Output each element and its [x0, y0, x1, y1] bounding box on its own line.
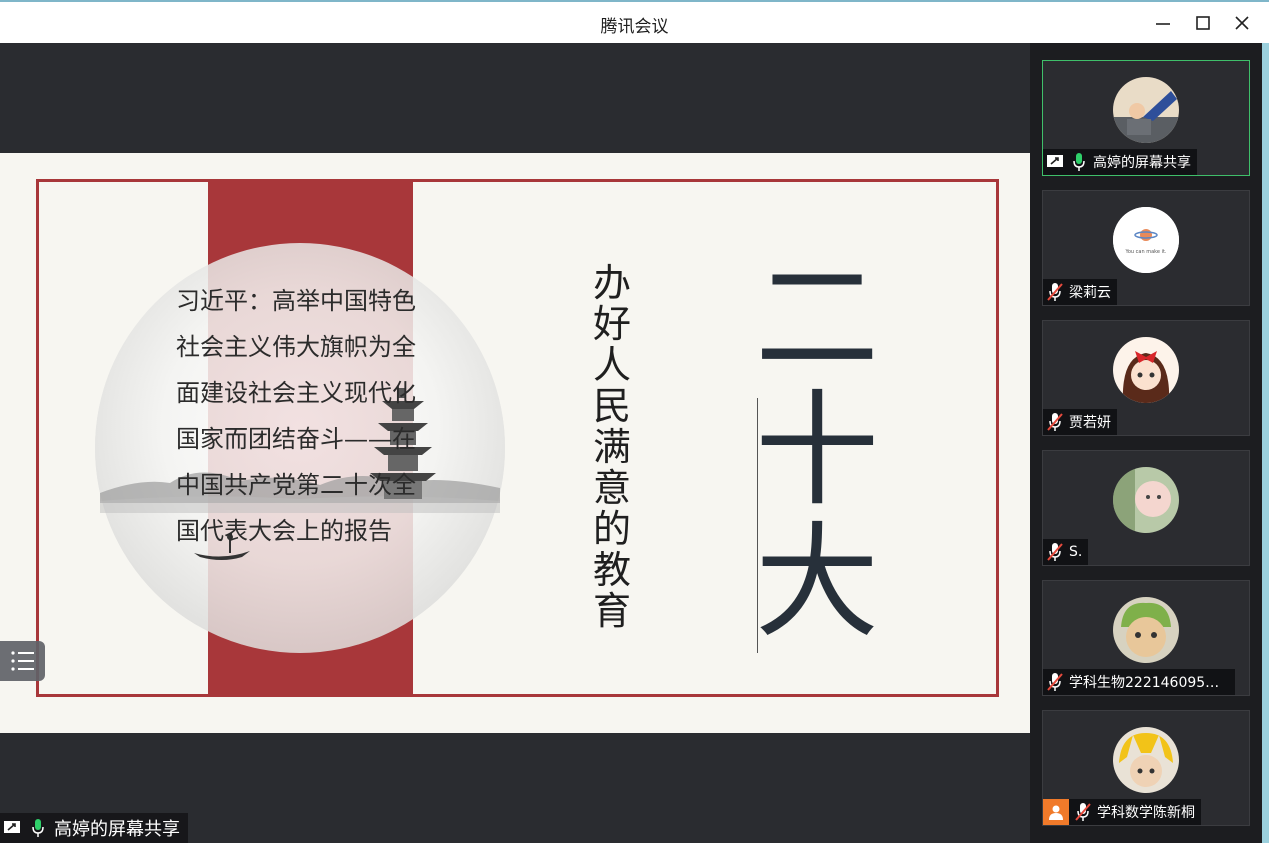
screen-share-icon: [1045, 152, 1065, 172]
participant-label: 贾若妍: [1043, 409, 1117, 435]
host-badge-icon: [1043, 799, 1069, 825]
avatar: You can make it.: [1113, 207, 1179, 273]
participant-name: 学科数学陈新桐: [1097, 805, 1195, 821]
title-bar: 腾讯会议: [0, 0, 1269, 43]
microphone-muted-icon: [1073, 802, 1093, 822]
participant-label: 学科数学陈新桐: [1043, 799, 1201, 825]
avatar: [1113, 77, 1179, 143]
minimize-icon: [1156, 23, 1170, 25]
microphone-muted-icon: [1045, 412, 1065, 432]
vertical-slide-title: 办好人民满意的教育: [592, 261, 631, 633]
avatar: [1113, 467, 1179, 533]
maximize-button[interactable]: [1190, 10, 1216, 36]
participant-name: 贾若妍: [1069, 415, 1111, 431]
list-toggle-button[interactable]: [0, 641, 45, 681]
microphone-muted-icon: [1045, 542, 1065, 562]
participant-name: 梁莉云: [1069, 285, 1111, 301]
window-title: 腾讯会议: [600, 17, 669, 37]
screen-share-tag: 高婷的屏幕共享: [0, 813, 188, 843]
microphone-icon: [1069, 152, 1089, 172]
participant-label: S.: [1043, 539, 1089, 565]
report-title-text: 习近平：高举中国特色社会主义伟大旗帜为全面建设社会主义现代化国家而团结奋斗——在…: [176, 287, 416, 545]
minimize-button[interactable]: [1150, 10, 1176, 36]
avatar: [1113, 727, 1179, 793]
maximize-icon: [1196, 16, 1210, 30]
presentation-slide: 习近平：高举中国特色社会主义伟大旗帜为全面建设社会主义现代化国家而团结奋斗——在…: [0, 153, 1030, 733]
participant-label: 高婷的屏幕共享: [1043, 149, 1197, 175]
participant-tile[interactable]: S.: [1042, 450, 1250, 566]
participant-name: S.: [1069, 544, 1083, 560]
participant-tile[interactable]: 学科数学陈新桐: [1042, 710, 1250, 826]
participant-name: 高婷的屏幕共享: [1093, 155, 1191, 171]
big-slide-title: 二十大: [755, 247, 880, 655]
participant-tile[interactable]: 高婷的屏幕共享: [1042, 60, 1250, 176]
screen-share-label: 高婷的屏幕共享: [54, 819, 180, 840]
participant-name: 学科生物222146095崔...: [1069, 675, 1229, 691]
close-button[interactable]: [1229, 10, 1255, 36]
microphone-icon: [28, 818, 48, 838]
microphone-muted-icon: [1045, 282, 1065, 302]
close-icon: [1235, 16, 1249, 30]
panel-scrollbar[interactable]: [1262, 43, 1269, 843]
avatar: [1113, 597, 1179, 663]
shared-screen: 习近平：高举中国特色社会主义伟大旗帜为全面建设社会主义现代化国家而团结奋斗——在…: [0, 43, 1030, 843]
list-icon: [10, 651, 34, 671]
participant-tile[interactable]: 贾若妍: [1042, 320, 1250, 436]
participant-tile[interactable]: 学科生物222146095崔...: [1042, 580, 1250, 696]
participant-label: 学科生物222146095崔...: [1043, 669, 1235, 695]
participants-panel: 高婷的屏幕共享 You can make it. 梁莉云 贾若妍 S. 学科生物…: [1030, 43, 1262, 843]
microphone-muted-icon: [1045, 672, 1065, 692]
participant-tile[interactable]: You can make it. 梁莉云: [1042, 190, 1250, 306]
meeting-window: 腾讯会议 习近平：高举中国特色社会主义伟大旗帜为全面建设社会主义现代化国家而团结…: [0, 0, 1269, 843]
avatar-caption: You can make it.: [1125, 249, 1167, 255]
participant-label: 梁莉云: [1043, 279, 1117, 305]
screen-share-icon: [2, 818, 22, 838]
avatar: [1113, 337, 1179, 403]
